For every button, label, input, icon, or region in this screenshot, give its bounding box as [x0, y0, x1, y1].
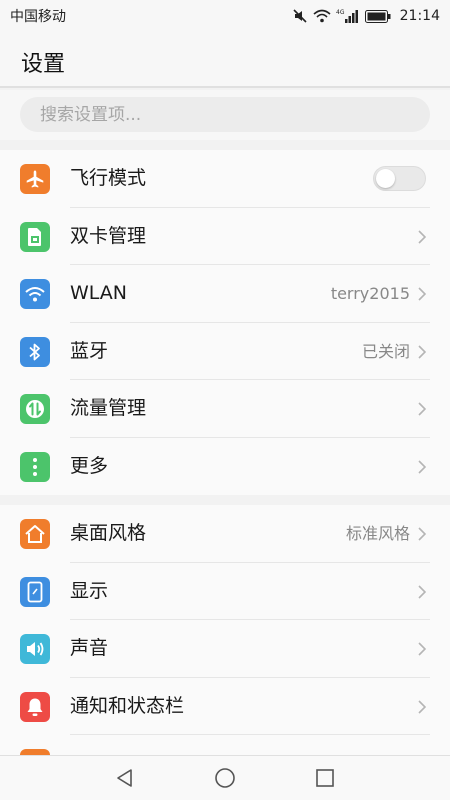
- chevron-right-icon: [418, 584, 427, 599]
- bluetooth-icon: [20, 336, 50, 367]
- settings-item-dual-sim[interactable]: 双卡管理: [0, 208, 450, 265]
- settings-group-device: 桌面风格 标准风格 显示 声音 通知和状态栏: [0, 505, 450, 755]
- settings-item-data-usage[interactable]: 流量管理: [0, 380, 450, 438]
- settings-group-connectivity: 飞行模式 双卡管理 WLAN terry2015 蓝牙 已关闭 流量管理 更多: [0, 150, 450, 495]
- toggle-knob: [376, 169, 395, 188]
- chevron-right-icon: [418, 402, 427, 416]
- home-screen-style-value: 标准风格: [345, 524, 410, 543]
- back-icon[interactable]: [114, 767, 136, 789]
- clock: 21:14: [399, 8, 440, 24]
- settings-item-notifications[interactable]: 通知和状态栏: [0, 678, 450, 735]
- settings-item-label: 流量管理: [70, 397, 147, 419]
- settings-item-label: 显示: [70, 579, 109, 602]
- cellular-signal-icon: 4G: [336, 9, 358, 23]
- wlan-network-name: terry2015: [330, 284, 410, 303]
- settings-screen: 中国移动 4G 21:14 设置 搜索设置项... 飞行模式 双卡管理 WLAN…: [0, 0, 450, 800]
- settings-item-display[interactable]: 显示: [0, 563, 450, 620]
- carrier-name: 中国移动: [10, 9, 66, 25]
- app-header: 设置: [0, 32, 450, 88]
- settings-item-sound[interactable]: 声音: [0, 620, 450, 678]
- more-dots-icon: [20, 451, 50, 482]
- settings-item-wlan[interactable]: WLAN terry2015: [0, 265, 450, 323]
- mute-icon: [293, 9, 307, 23]
- chevron-right-icon: [418, 642, 427, 656]
- navigation-bar: [0, 755, 450, 800]
- settings-item-label: 桌面风格: [70, 522, 147, 544]
- search-input[interactable]: [20, 97, 430, 132]
- settings-item-home-screen-style[interactable]: 桌面风格 标准风格: [0, 505, 450, 563]
- page-title: 设置: [21, 52, 66, 77]
- settings-item-label: 双卡管理: [70, 224, 147, 247]
- wifi-icon: [20, 279, 50, 309]
- settings-item-label: 通知和状态栏: [70, 694, 185, 717]
- settings-item-label: 飞行模式: [70, 167, 147, 189]
- settings-item-label: 蓝牙: [70, 339, 109, 362]
- airplane-icon: [20, 164, 50, 194]
- settings-item-bluetooth[interactable]: 蓝牙 已关闭: [0, 323, 450, 380]
- home-circle-icon[interactable]: [214, 767, 236, 789]
- network-badge: 4G: [336, 9, 345, 16]
- display-icon: [20, 576, 50, 607]
- chevron-right-icon: [418, 229, 427, 244]
- status-icons: 4G 21:14: [292, 8, 440, 24]
- settings-item-label: 声音: [70, 637, 109, 659]
- search-bar: [0, 90, 450, 140]
- wifi-icon: [313, 9, 331, 23]
- chevron-right-icon: [418, 344, 427, 359]
- settings-item-label: 更多: [70, 454, 109, 477]
- bluetooth-status: 已关闭: [361, 341, 410, 361]
- airplane-mode-toggle[interactable]: [373, 166, 426, 191]
- settings-item-partial[interactable]: [0, 735, 450, 755]
- chevron-right-icon: [418, 287, 427, 301]
- status-bar: 中国移动 4G 21:14: [0, 0, 450, 32]
- speaker-icon: [20, 634, 50, 664]
- chevron-right-icon: [418, 527, 427, 541]
- settings-item-more[interactable]: 更多: [0, 438, 450, 496]
- home-icon: [20, 519, 50, 549]
- data-transfer-icon: [20, 394, 50, 424]
- recent-apps-icon[interactable]: [314, 767, 336, 789]
- sim-card-icon: [20, 221, 50, 252]
- settings-item-airplane-mode[interactable]: 飞行模式: [0, 150, 450, 208]
- bell-icon: [20, 691, 50, 722]
- battery-icon: [364, 9, 391, 23]
- chevron-right-icon: [418, 699, 427, 714]
- settings-item-label: WLAN: [70, 282, 128, 304]
- chevron-right-icon: [418, 459, 427, 474]
